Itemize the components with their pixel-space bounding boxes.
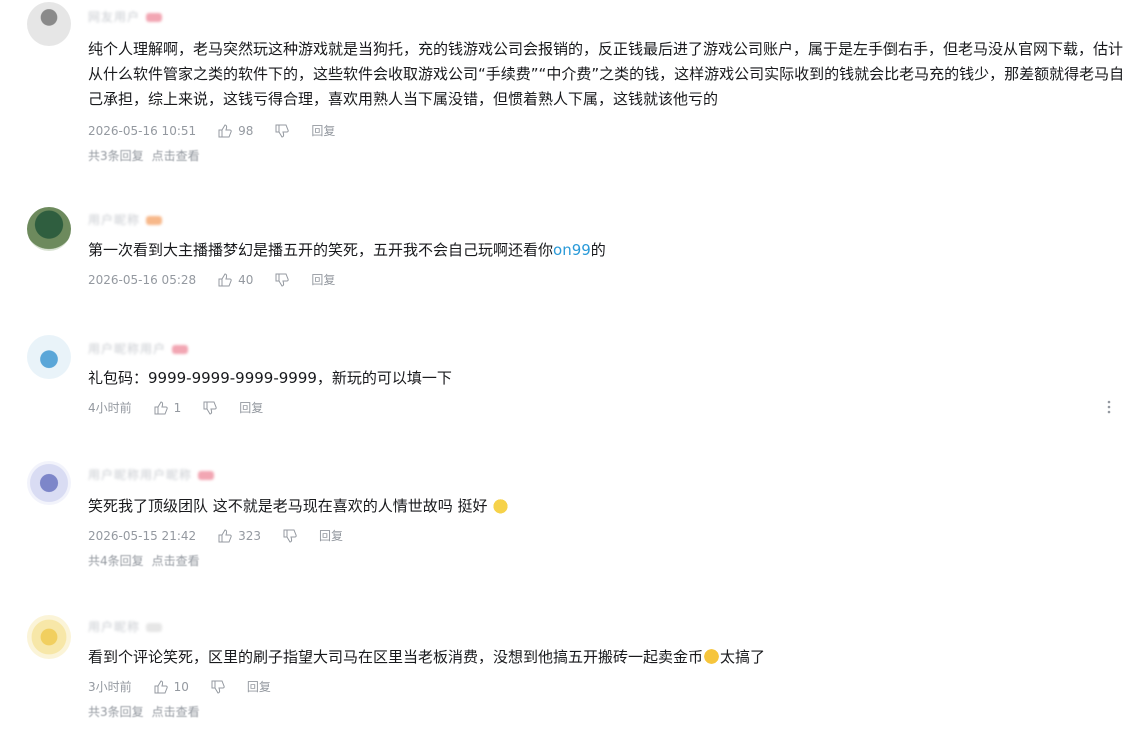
comment-text: 看到个评论笑死，区里的刷子指望大司马在区里当老板消费，没想到他搞五开搬砖一起卖金… (88, 648, 766, 666)
level-badge-icon (172, 345, 189, 354)
comment-time: 2026-05-16 05:28 (88, 272, 197, 287)
view-replies-link[interactable]: 点击查看 (152, 705, 200, 719)
like-count: 98 (238, 123, 254, 138)
comment-time: 4小时前 (88, 401, 132, 415)
like-count: 10 (173, 679, 189, 694)
emoji-cat-icon (492, 497, 510, 514)
view-replies-link[interactable]: 点击查看 (152, 149, 200, 163)
dislike-icon[interactable] (275, 124, 290, 138)
comment-meta: 2026-05-16 05:28 40 回复 (88, 271, 335, 288)
avatar[interactable] (27, 2, 71, 46)
mention-link[interactable]: on99 (553, 241, 591, 259)
comment-text: 礼包码：9999-9999-9999-9999，新玩的可以填一下 (88, 369, 452, 387)
like-icon[interactable] (218, 528, 232, 543)
comment-text: 纯个人理解啊，老马突然玩这种游戏就是当狗托，充的钱游戏公司会报销的，反正钱最后进… (88, 40, 1125, 108)
avatar[interactable] (27, 207, 71, 251)
like-count: 1 (173, 400, 182, 415)
level-badge-icon (146, 623, 163, 632)
comment-meta: 3小时前 10 回复 (88, 678, 271, 695)
view-replies-link[interactable]: 点击查看 (152, 554, 200, 568)
dislike-icon[interactable] (203, 401, 217, 415)
comment-time: 2026-05-15 21:42 (88, 528, 197, 543)
like-icon[interactable] (218, 123, 232, 138)
reply-button[interactable]: 回复 (247, 678, 271, 695)
comment-text: 笑死我了顶级团队 这不就是老马现在喜欢的人情世故吗 挺好 (88, 494, 1128, 519)
replies-summary: 共3条回复 点击查看 (88, 147, 200, 164)
like-icon[interactable] (154, 679, 168, 694)
replies-summary: 共3条回复 点击查看 (88, 703, 200, 720)
like-icon[interactable] (218, 272, 232, 287)
username[interactable]: 用户昵称用户 (88, 340, 189, 357)
reply-count: 共3条回复 (88, 149, 144, 163)
like-icon[interactable] (154, 400, 168, 415)
avatar[interactable] (27, 615, 71, 659)
like-count: 40 (238, 272, 254, 287)
dislike-icon[interactable] (275, 273, 290, 287)
replies-summary: 共4条回复 点击查看 (88, 552, 200, 569)
level-badge-icon (198, 471, 215, 480)
reply-count: 共3条回复 (88, 705, 144, 719)
comment-time: 2026-05-16 10:51 (88, 123, 197, 138)
reply-button[interactable]: 回复 (319, 527, 343, 544)
dislike-icon[interactable] (283, 529, 297, 543)
username[interactable]: 用户昵称 (88, 211, 163, 228)
level-badge-icon (146, 13, 163, 22)
reply-button[interactable]: 回复 (311, 271, 335, 288)
emoji-laugh-icon (703, 648, 721, 665)
reply-count: 共4条回复 (88, 554, 144, 568)
comment-meta: 4小时前 1 回复 (88, 399, 263, 416)
username[interactable]: 用户昵称用户昵称 (88, 466, 215, 483)
comment-text: 第一次看到大主播播梦幻是播五开的笑死，五开我不会自己玩啊还看你on99的 (88, 241, 606, 259)
avatar[interactable] (27, 335, 71, 379)
comment-time: 3小时前 (88, 680, 132, 694)
username[interactable]: 用户昵称 (88, 618, 163, 635)
like-count: 323 (238, 528, 262, 543)
avatar[interactable] (27, 461, 71, 505)
reply-button[interactable]: 回复 (311, 122, 335, 139)
more-icon[interactable] (1107, 399, 1111, 415)
username[interactable]: 网友用户 (88, 8, 163, 25)
comment-meta: 2026-05-15 21:42 323 回复 (88, 527, 343, 544)
dislike-icon[interactable] (211, 680, 225, 694)
reply-button[interactable]: 回复 (239, 399, 263, 416)
comment-meta: 2026-05-16 10:51 98 回复 (88, 122, 335, 139)
level-badge-icon (146, 216, 163, 225)
